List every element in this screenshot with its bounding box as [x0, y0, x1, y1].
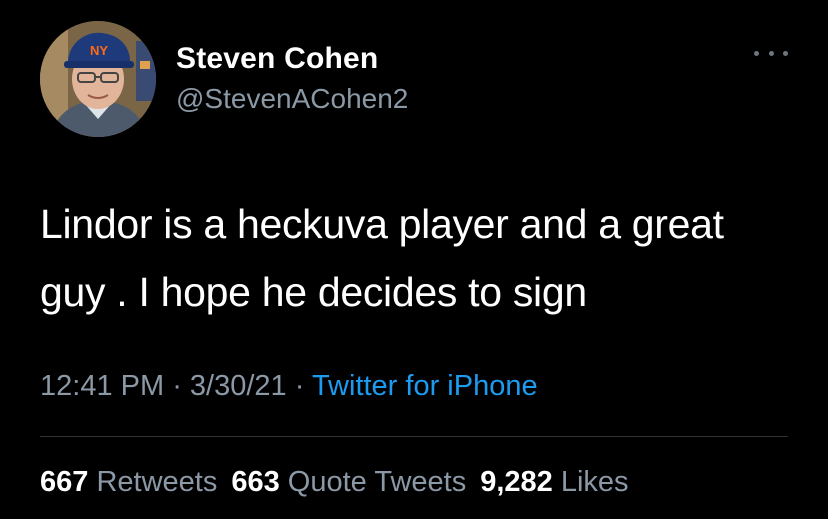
- likes-count: 9,282: [480, 466, 553, 498]
- author-names: Steven Cohen @StevenACohen2: [176, 41, 408, 117]
- tweet-stats: 667 Retweets 663 Quote Tweets 9,282 Likes: [40, 462, 643, 502]
- retweets-stat[interactable]: 667 Retweets: [40, 466, 217, 498]
- svg-text:NY: NY: [90, 43, 108, 58]
- more-options-button[interactable]: [754, 41, 788, 65]
- more-horizontal-icon: [754, 50, 759, 56]
- tweet-date[interactable]: 3/30/21: [190, 370, 287, 402]
- more-horizontal-icon-dot: [783, 50, 788, 56]
- likes-label: Likes: [560, 466, 629, 498]
- quote-tweets-label: Quote Tweets: [287, 466, 467, 498]
- more-horizontal-icon-dot: [768, 50, 774, 56]
- quote-tweets-stat[interactable]: 663 Quote Tweets: [231, 466, 466, 498]
- tweet-source-link[interactable]: Twitter for iPhone: [312, 370, 538, 402]
- likes-stat[interactable]: 9,282 Likes: [480, 466, 628, 498]
- author-handle[interactable]: @StevenACohen2: [176, 81, 408, 117]
- meta-separator: ·: [164, 370, 190, 402]
- author-avatar[interactable]: NY: [40, 21, 156, 137]
- retweets-label: Retweets: [96, 466, 218, 498]
- tweet-text: Lindor is a heckuva player and a great g…: [40, 201, 724, 315]
- meta-separator: ·: [286, 370, 312, 402]
- divider: [40, 436, 788, 437]
- user-avatar-icon: NY: [40, 21, 156, 137]
- tweet-time[interactable]: 12:41 PM: [40, 370, 164, 402]
- quote-tweets-count: 663: [231, 466, 280, 498]
- author-display-name[interactable]: Steven Cohen: [176, 41, 408, 77]
- tweet-meta: 12:41 PM · 3/30/21 · Twitter for iPhone: [40, 366, 538, 406]
- tweet-header: NY Steven Cohen @StevenACohen2: [40, 21, 790, 139]
- retweets-count: 667: [40, 466, 89, 498]
- tweet-detail: NY Steven Cohen @StevenACohen2 Lindor is…: [0, 0, 828, 519]
